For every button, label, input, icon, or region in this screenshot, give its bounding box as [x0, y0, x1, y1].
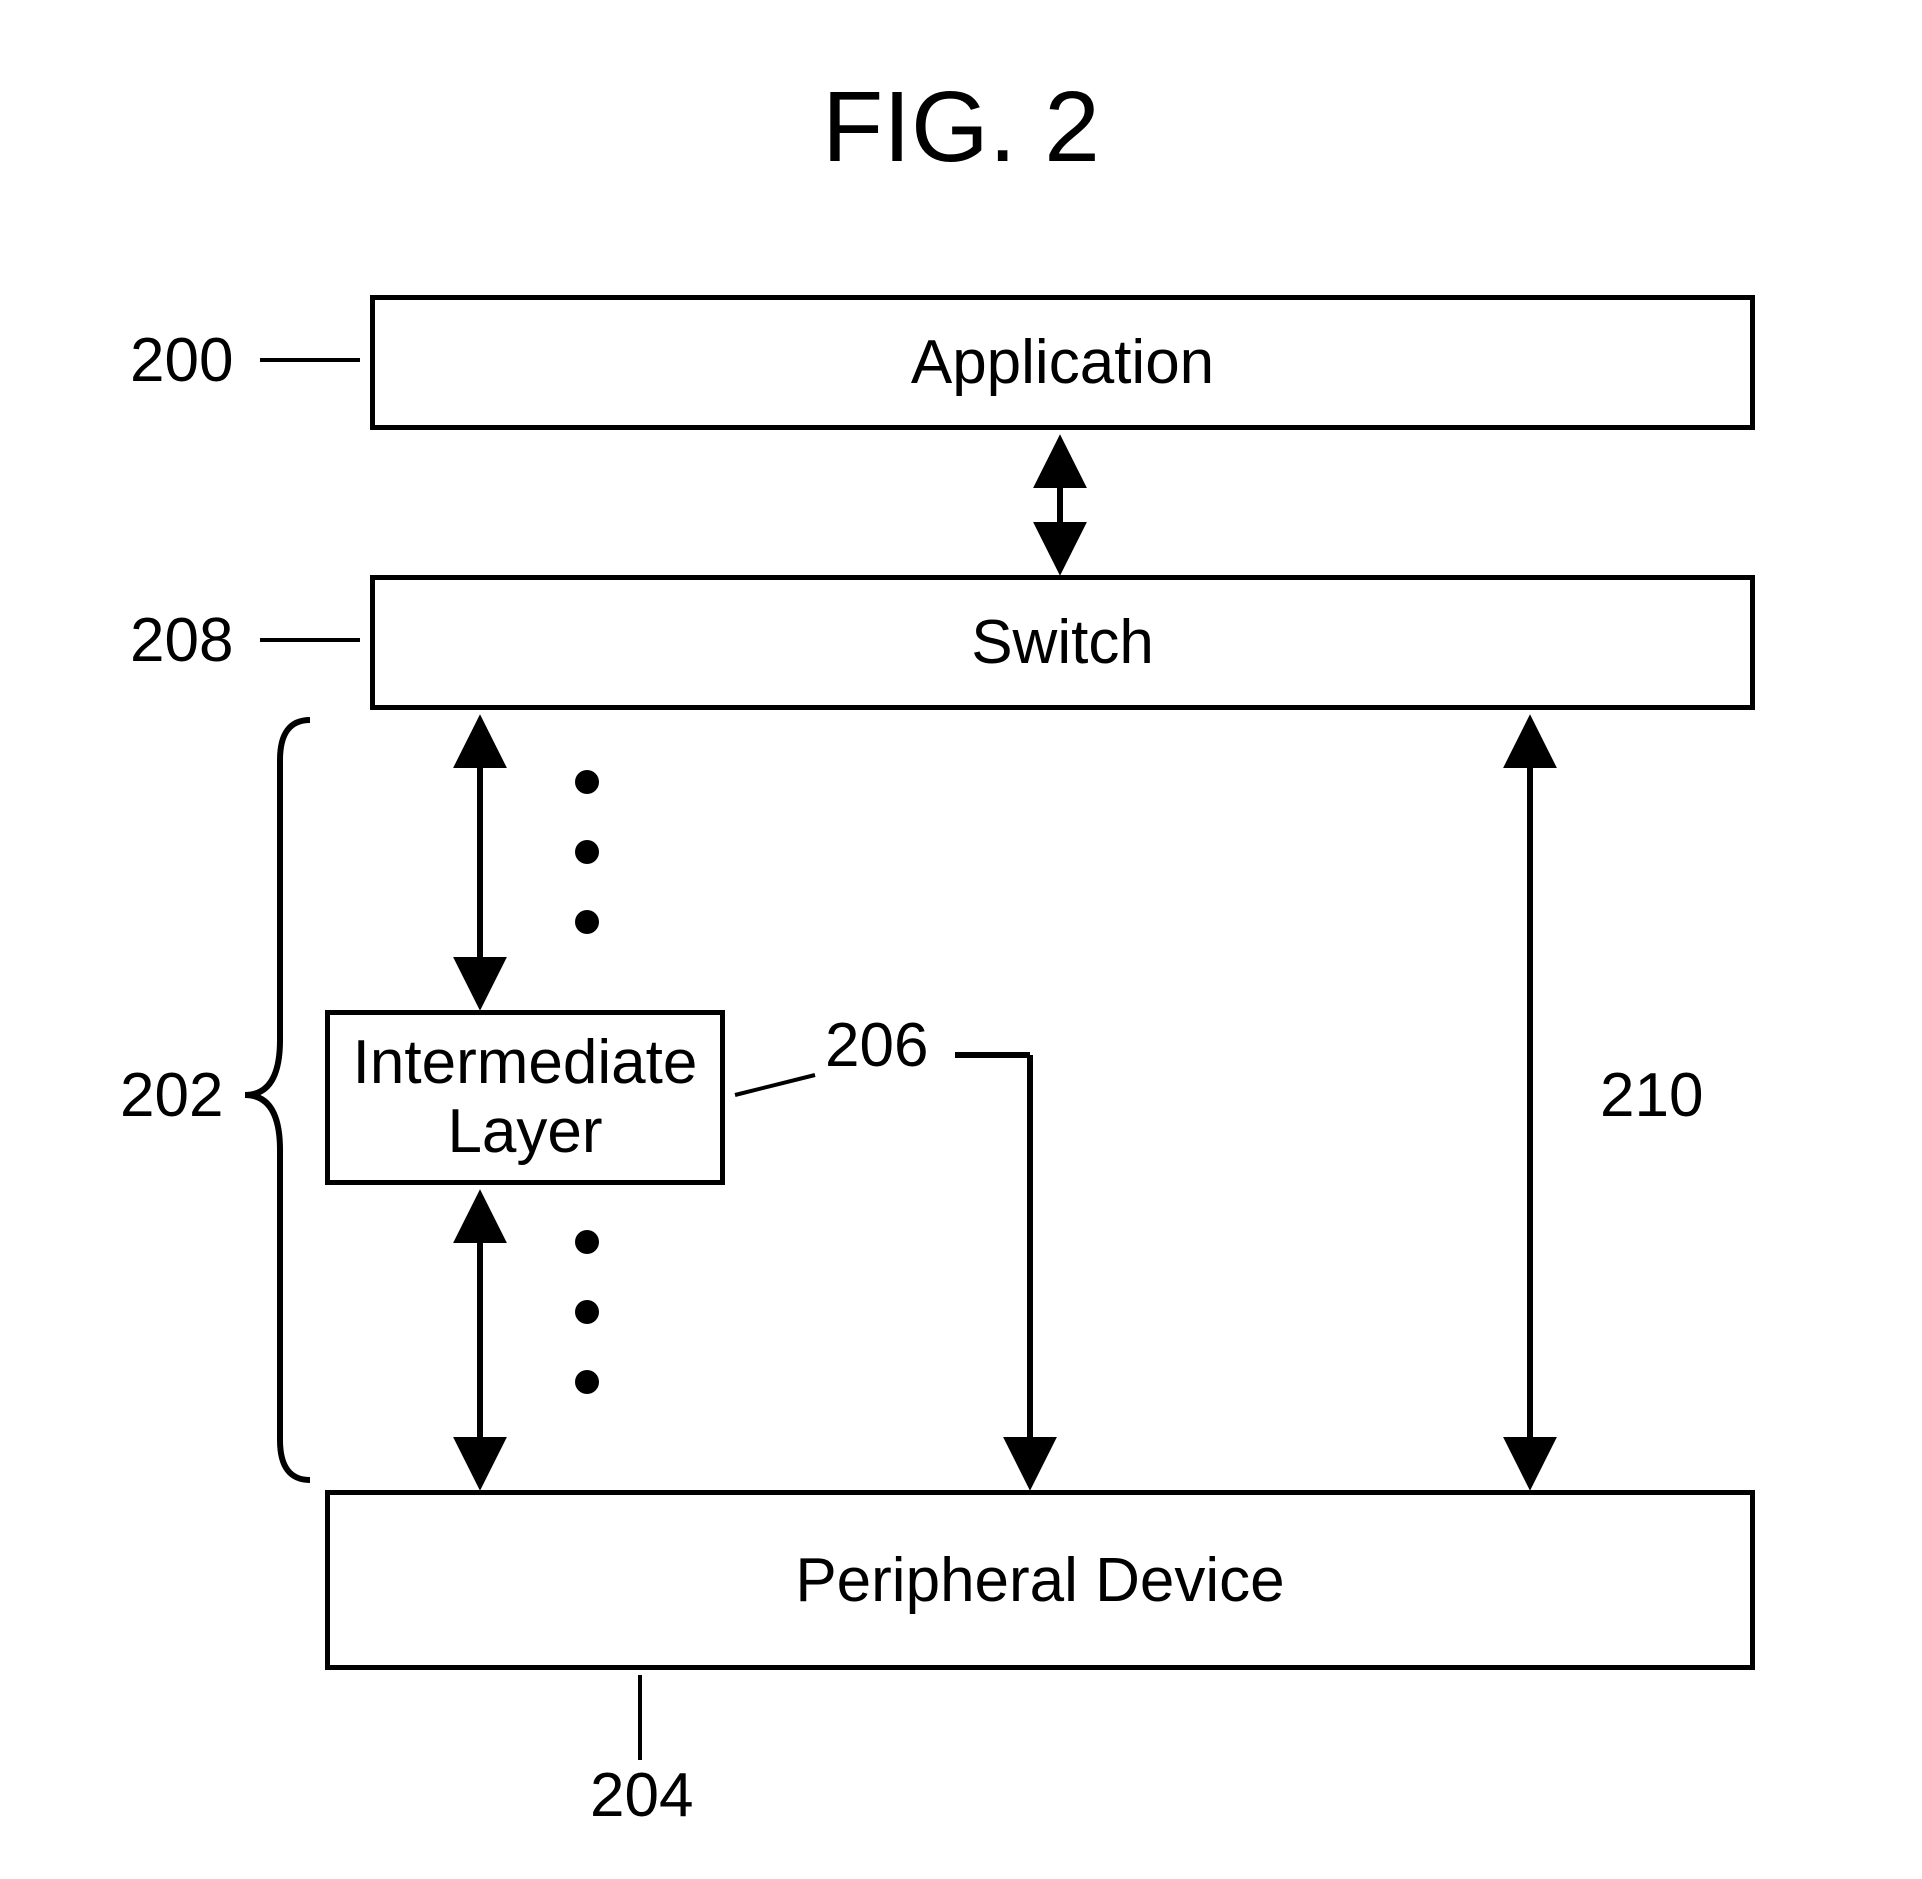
ref-206: 206	[825, 1010, 928, 1081]
intermediate-label-line2: Layer	[447, 1098, 602, 1166]
switch-label: Switch	[971, 607, 1154, 678]
figure-title: FIG. 2	[0, 70, 1922, 185]
leader-206	[735, 1075, 815, 1095]
ellipsis-dot	[575, 1300, 599, 1324]
ellipsis-dot	[575, 1370, 599, 1394]
ref-204: 204	[590, 1760, 693, 1831]
diagram-canvas: FIG. 2 Application 200 Switch 208 Interm…	[0, 0, 1922, 1879]
intermediate-box: Intermediate Layer	[325, 1010, 725, 1185]
switch-box: Switch	[370, 575, 1755, 710]
ref-208: 208	[130, 605, 233, 676]
ellipsis-dot	[575, 840, 599, 864]
application-box: Application	[370, 295, 1755, 430]
intermediate-label-line1: Intermediate	[353, 1029, 698, 1097]
ellipsis-dot	[575, 1230, 599, 1254]
ref-202: 202	[120, 1060, 223, 1131]
ref-200: 200	[130, 325, 233, 396]
ellipsis-dot	[575, 770, 599, 794]
ref-210: 210	[1600, 1060, 1703, 1131]
application-label: Application	[911, 327, 1214, 398]
brace-202	[245, 720, 310, 1480]
peripheral-label: Peripheral Device	[795, 1545, 1284, 1616]
ellipsis-dot	[575, 910, 599, 934]
peripheral-box: Peripheral Device	[325, 1490, 1755, 1670]
